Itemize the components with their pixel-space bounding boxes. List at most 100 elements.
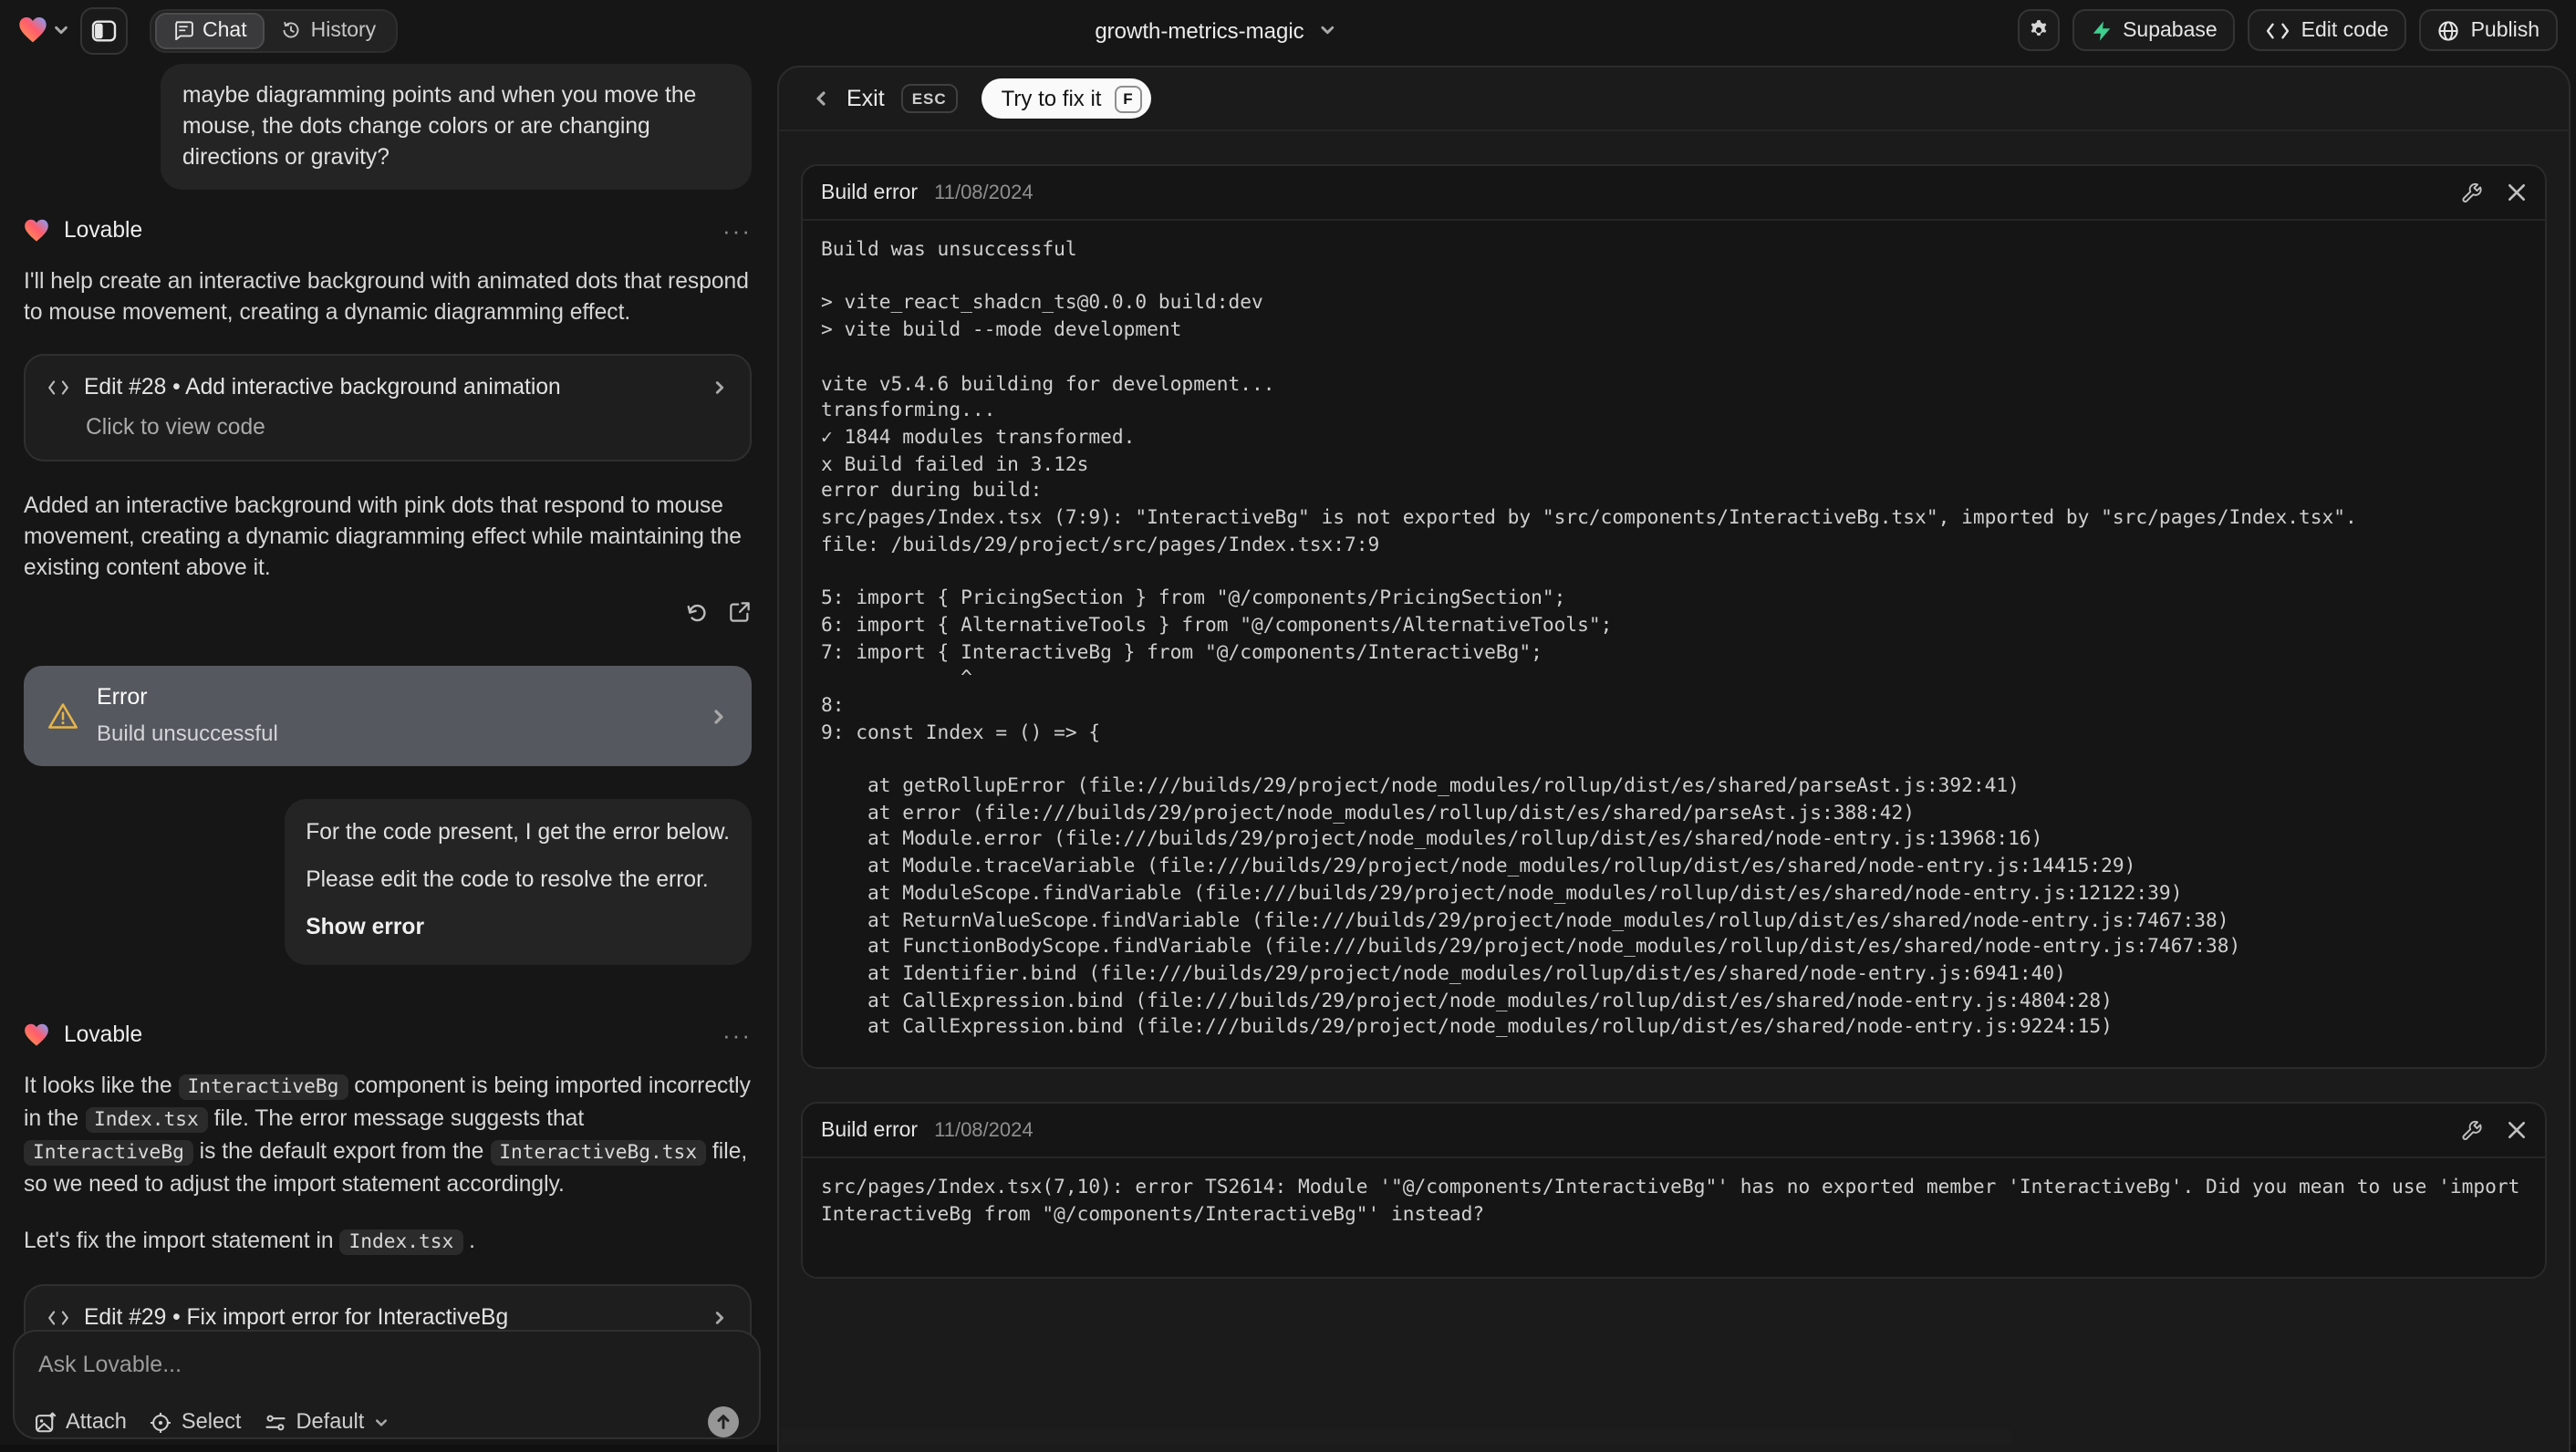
edit-code-label: Edit code — [2301, 19, 2389, 41]
supabase-button[interactable]: Supabase — [2072, 9, 2236, 51]
publish-button[interactable]: Publish — [2419, 9, 2558, 51]
error-card-subtitle: Build unsuccessful — [97, 721, 278, 746]
tab-history-label: History — [310, 19, 377, 41]
chat-sidebar: maybe diagramming points and when you mo… — [0, 60, 775, 1445]
build-error-log-text: src/pages/Index.tsx(7,10): error TS2614:… — [821, 1177, 2520, 1226]
build-error-card[interactable]: Error Build unsuccessful — [24, 666, 752, 766]
mode-label: Default — [296, 1408, 365, 1434]
f-key-badge: F — [1114, 85, 1142, 112]
user-message-text: maybe diagramming points and when you mo… — [182, 82, 697, 170]
chevron-right-icon — [714, 709, 723, 723]
edit-code-button[interactable]: Edit code — [2248, 9, 2407, 51]
esc-key-badge: ESC — [900, 84, 958, 113]
chevron-right-icon — [715, 381, 724, 394]
attach-button[interactable]: Attach — [35, 1406, 127, 1437]
tab-chat[interactable]: Chat — [155, 12, 265, 48]
open-external-icon[interactable] — [728, 600, 752, 624]
app-window: Chat History growth-metrics-magic Supaba… — [0, 0, 2576, 1452]
close-icon[interactable] — [2507, 182, 2527, 202]
edit-28-subtitle: Click to view code — [86, 414, 265, 440]
chevron-down-icon — [1320, 26, 1334, 35]
chevron-down-icon — [375, 1418, 387, 1426]
build-error-title: Build error — [821, 1119, 919, 1142]
build-error-log: src/pages/Index.tsx(7,10): error TS2614:… — [803, 1158, 2545, 1276]
build-error-header: Build error 11/08/2024 — [803, 1104, 2545, 1159]
build-error-date: 11/08/2024 — [934, 1119, 1034, 1142]
edit-28-title: Edit #28 • Add interactive background an… — [84, 374, 561, 399]
edit-28-card[interactable]: Edit #28 • Add interactive background an… — [24, 354, 752, 462]
lovable-heart-icon — [25, 218, 48, 241]
attach-label: Attach — [66, 1408, 127, 1434]
close-icon[interactable] — [2507, 1120, 2527, 1140]
supabase-bolt-icon — [2092, 20, 2110, 40]
globe-icon — [2438, 20, 2459, 40]
user-message: maybe diagramming points and when you mo… — [161, 64, 752, 190]
warning-triangle-icon — [48, 703, 78, 729]
sidebar-toggle-button[interactable] — [80, 6, 128, 54]
code-brackets-icon — [48, 1311, 68, 1325]
inline-code: InteractiveBg.tsx — [490, 1140, 707, 1166]
project-switcher[interactable]: growth-metrics-magic — [1095, 17, 1335, 43]
chat-bubble-icon — [175, 21, 193, 40]
message-menu-button[interactable]: ··· — [722, 1019, 752, 1050]
assistant-name: Lovable — [64, 1021, 143, 1046]
wrench-icon[interactable] — [2459, 181, 2483, 204]
edit-29-title: Edit #29 • Fix import error for Interact… — [84, 1304, 509, 1330]
message-actions — [24, 600, 752, 626]
top-bar: Chat History growth-metrics-magic Supaba… — [0, 0, 2576, 60]
tab-history[interactable]: History — [265, 14, 393, 47]
chat-history-tabs: Chat History — [150, 8, 399, 52]
panel-footer-strip — [781, 1428, 2012, 1445]
publish-label: Publish — [2470, 19, 2540, 41]
build-error-title: Build error — [821, 182, 919, 203]
panel-toggle-icon — [91, 19, 117, 41]
user-message-line: Please edit the code to resolve the erro… — [306, 866, 709, 892]
code-brackets-icon — [2267, 22, 2290, 38]
error-card-title: Error — [97, 684, 148, 710]
inline-code: InteractiveBg — [178, 1074, 348, 1100]
mode-dropdown[interactable]: Default — [265, 1406, 389, 1437]
build-error-log: Build was unsuccessful > vite_react_shad… — [803, 221, 2545, 1067]
sliders-icon — [265, 1414, 286, 1430]
tab-chat-label: Chat — [203, 19, 247, 41]
chat-input[interactable] — [35, 1348, 746, 1392]
error-inspector-panel: Exit ESC Try to fix it F Build error 11/… — [777, 66, 2571, 1452]
select-button[interactable]: Select — [151, 1406, 242, 1437]
attach-image-icon — [36, 1411, 57, 1432]
assistant-reply: It looks like the InteractiveBg componen… — [24, 1073, 751, 1197]
code-brackets-icon — [48, 380, 68, 395]
inline-code: InteractiveBg — [24, 1140, 193, 1166]
gear-icon — [2030, 19, 2046, 36]
project-name: growth-metrics-magic — [1095, 17, 1304, 43]
assistant-header: Lovable ··· — [24, 215, 752, 244]
build-error-date: 11/08/2024 — [934, 182, 1034, 203]
lovable-heart-icon — [19, 17, 47, 43]
message-menu-button[interactable]: ··· — [722, 214, 752, 245]
chevron-right-icon — [715, 1312, 724, 1324]
build-error-header: Build error 11/08/2024 — [803, 166, 2545, 221]
show-error-link[interactable]: Show error — [306, 912, 730, 943]
assistant-reply: Added an interactive background with pin… — [24, 493, 742, 580]
lovable-heart-icon — [25, 1022, 48, 1045]
supabase-label: Supabase — [2123, 19, 2218, 41]
build-error-panel-1: Build error 11/08/2024 Build was unsucce… — [801, 164, 2547, 1070]
select-label: Select — [181, 1408, 242, 1434]
chat-composer: Attach Select — [13, 1330, 761, 1439]
user-message-line: For the code present, I get the error be… — [306, 819, 730, 845]
restore-icon[interactable] — [684, 600, 710, 626]
assistant-reply: I'll help create an interactive backgrou… — [24, 268, 749, 325]
wrench-icon[interactable] — [2459, 1118, 2483, 1142]
settings-button[interactable] — [2017, 9, 2060, 51]
inspector-header: Exit ESC Try to fix it F — [779, 67, 2569, 131]
send-button[interactable] — [708, 1406, 739, 1437]
try-to-fix-button[interactable]: Try to fix it F — [981, 78, 1151, 119]
arrow-up-icon — [717, 1415, 730, 1429]
build-error-log-text: Build was unsuccessful > vite_react_shad… — [821, 239, 2357, 1039]
assistant-header: Lovable ··· — [24, 1020, 752, 1049]
user-message: For the code present, I get the error be… — [284, 799, 752, 965]
try-to-fix-label: Try to fix it — [1001, 86, 1102, 111]
build-error-panel-2: Build error 11/08/2024 src/pages/Index.t… — [801, 1102, 2547, 1278]
exit-button[interactable]: Exit — [847, 86, 885, 111]
lovable-logo-menu[interactable] — [18, 16, 69, 44]
history-clock-icon — [284, 21, 300, 38]
